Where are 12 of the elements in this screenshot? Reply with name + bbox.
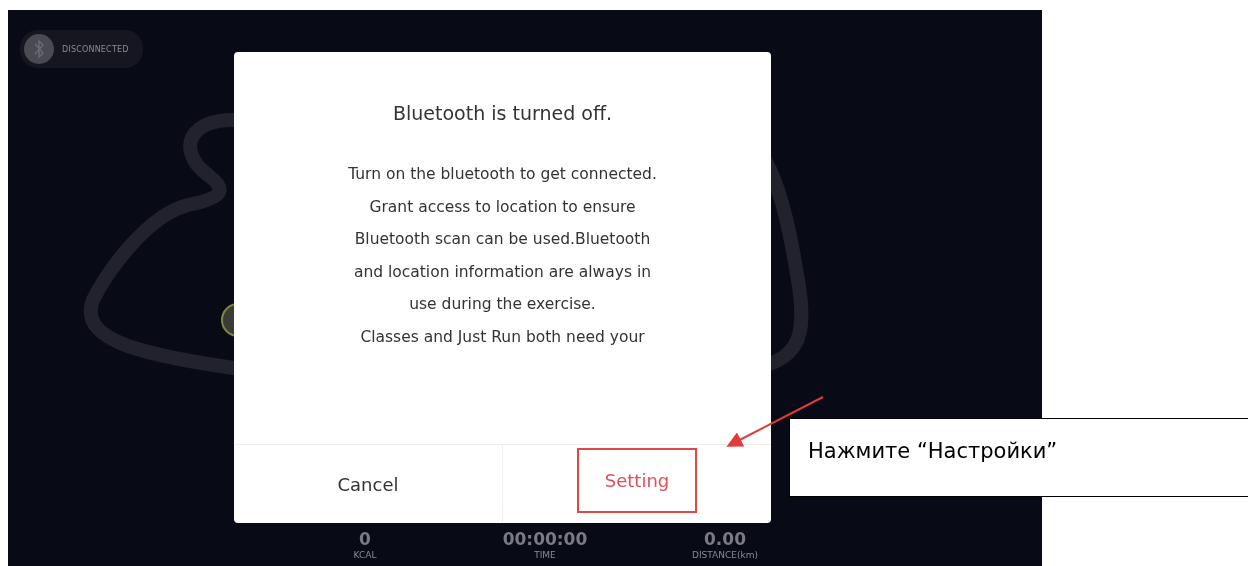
stat-value: 0.00 [704, 530, 746, 548]
dialog-title: Bluetooth is turned off. [391, 102, 614, 124]
status-label: DISCONNECTED [62, 44, 129, 54]
stat-value: 0 [359, 530, 371, 548]
bluetooth-icon [24, 34, 54, 64]
stat-label: TIME [534, 550, 556, 560]
stat-label: KCAL [353, 550, 377, 560]
callout-box: Нажмите “Настройки” [789, 418, 1248, 497]
stat-label: DISTANCE(km) [692, 550, 758, 560]
setting-button[interactable]: Setting [576, 447, 698, 513]
dialog-message: Turn on the bluetooth to get connected. Grant access to location to ensure Bluetooth scan can be used.Bluetooth and location information are always in use during the exercise. Classes and Just Run both need your [348, 164, 657, 348]
stat-value: 00:00:00 [502, 530, 588, 548]
